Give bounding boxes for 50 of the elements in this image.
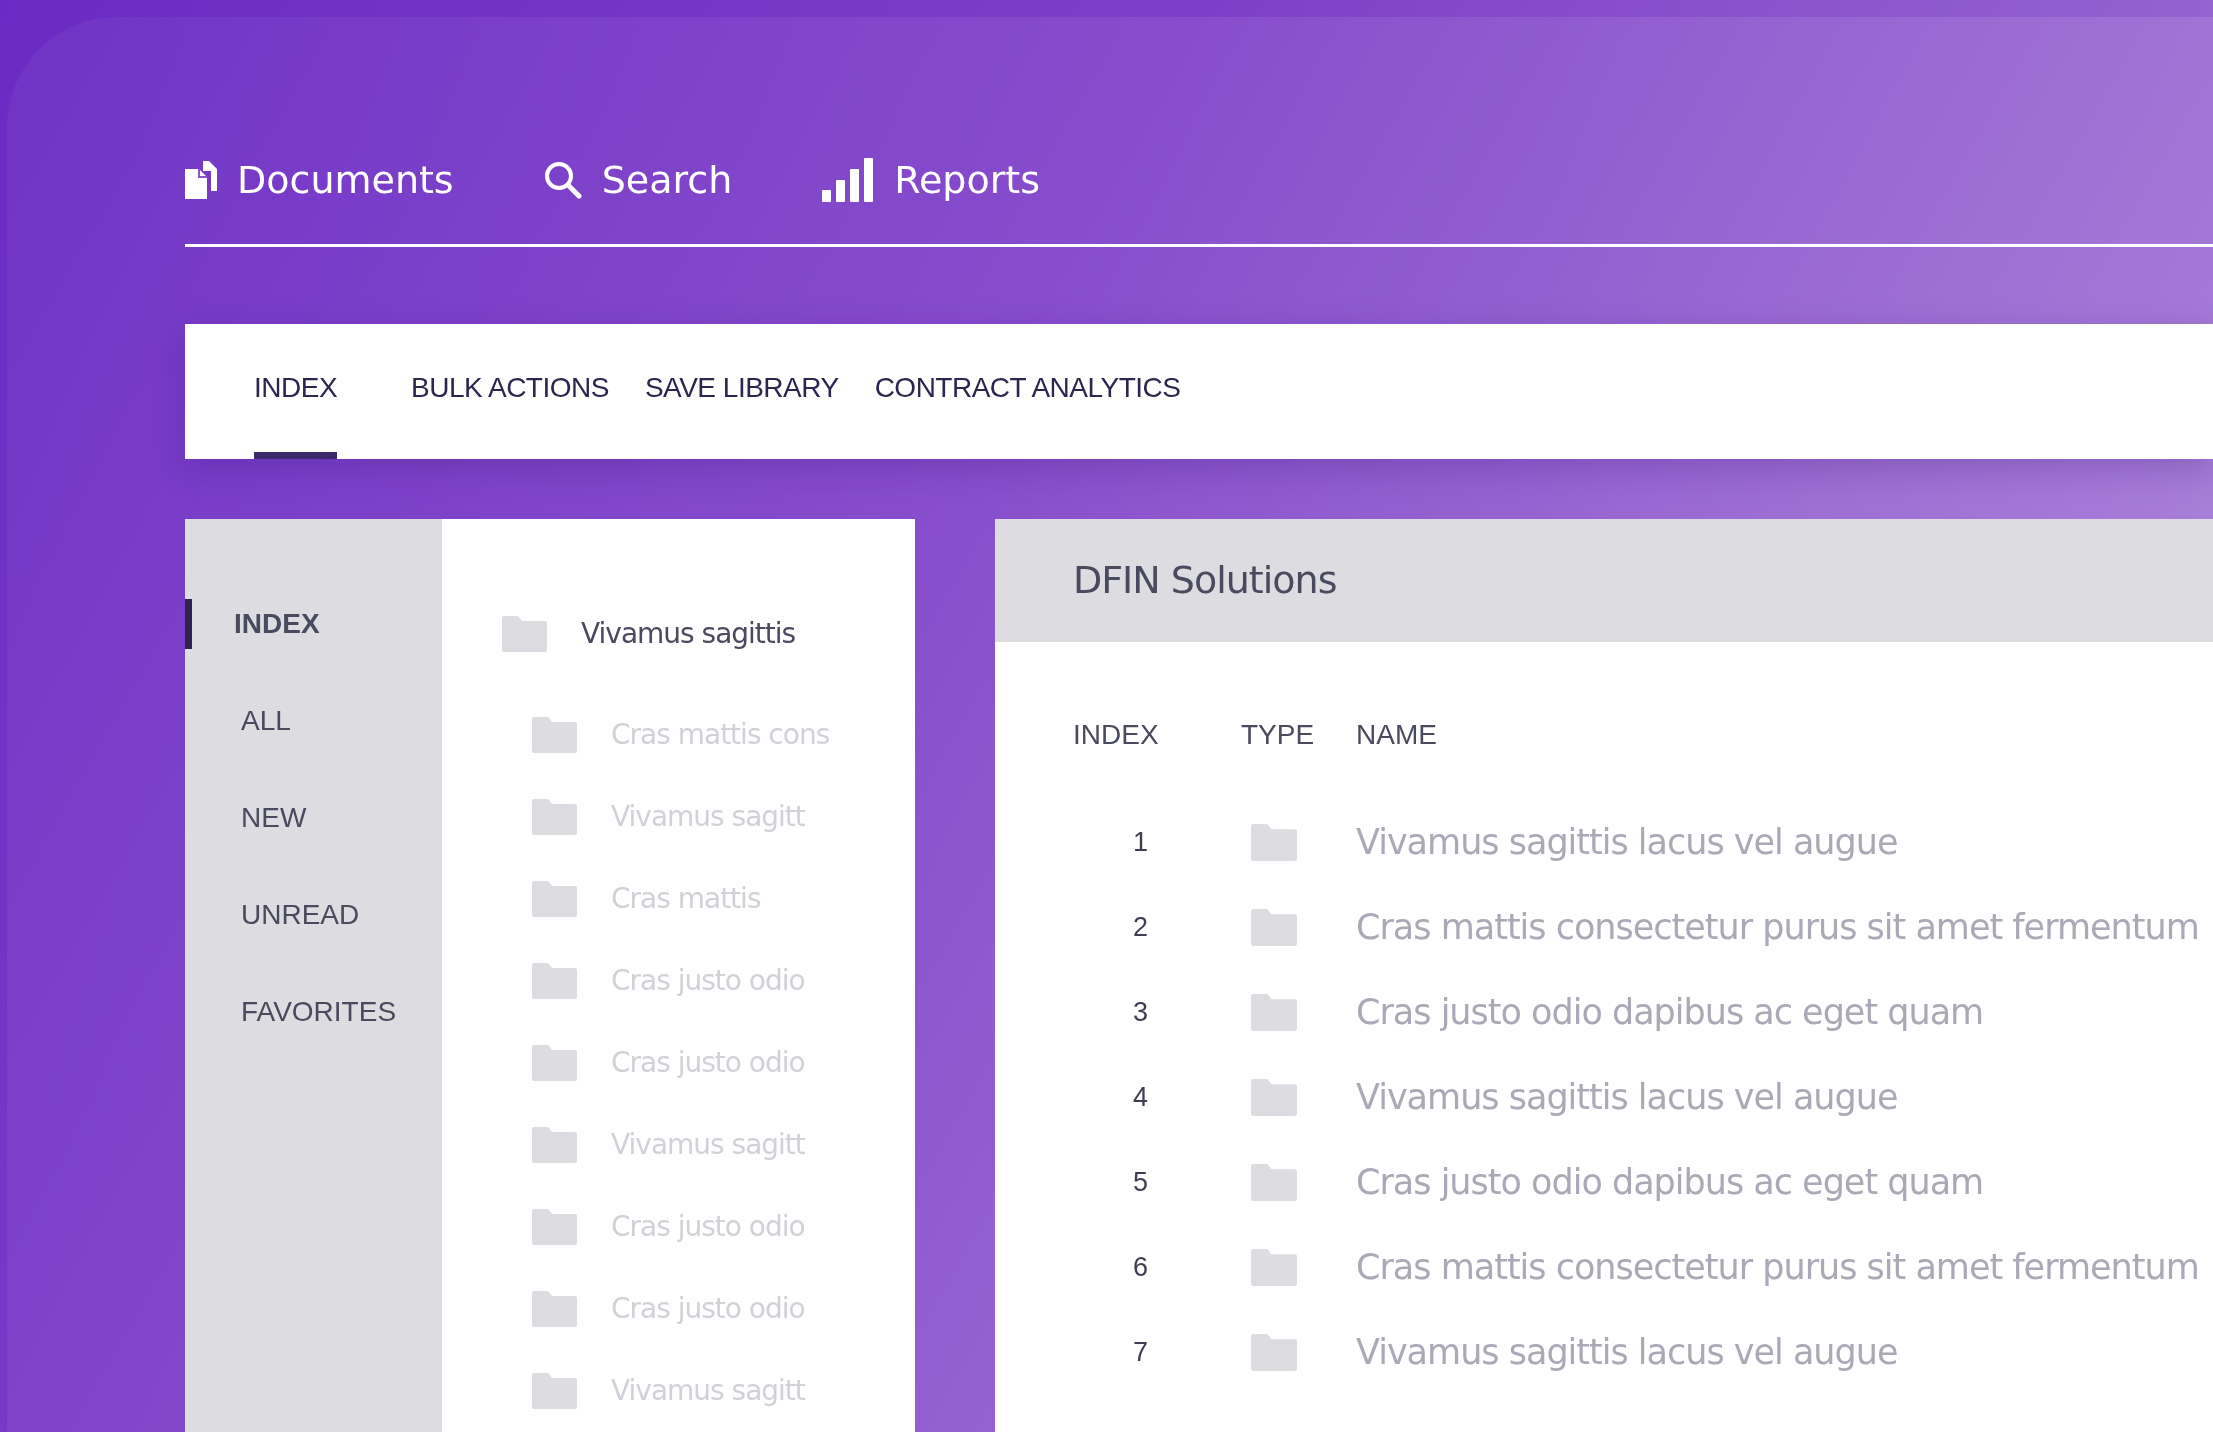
folder-icon	[532, 1045, 577, 1081]
search-icon	[543, 161, 582, 200]
row-index: 1	[1132, 826, 1150, 860]
tab[interactable]: BULK ACTIONS	[393, 323, 627, 459]
tab[interactable]: CONTRACT ANALYTICS	[856, 323, 1199, 459]
documents-icon	[185, 161, 217, 200]
column-header: INDEX	[1073, 718, 1160, 752]
sidebar-item[interactable]: ALL	[185, 672, 442, 769]
sidebar-item[interactable]: UNREAD	[185, 866, 442, 963]
file-name[interactable]: Cras justo odio dapibus ac eget quam	[1356, 986, 1984, 1039]
nav-link[interactable]: Reports	[822, 151, 1040, 209]
folder-icon	[1251, 994, 1297, 1031]
content-title: DFIN Solutions	[1073, 557, 1337, 604]
file-name[interactable]: Cras mattis consectetur purus sit amet fermentum	[1356, 1241, 2199, 1294]
folder-icon	[1251, 909, 1297, 946]
bar-chart-icon	[822, 158, 875, 203]
nav-link[interactable]: Documents	[185, 151, 454, 209]
folder-icon	[532, 1209, 577, 1245]
file-name[interactable]: Vivamus sagittis lacus vel augue	[1356, 1326, 1898, 1379]
folder-icon	[532, 881, 577, 917]
folder-icon	[532, 1127, 577, 1163]
file-name[interactable]: Vivamus sagittis lacus vel augue	[1356, 1071, 1898, 1124]
row-index: 7	[1132, 1336, 1150, 1370]
row-index: 5	[1132, 1166, 1150, 1200]
file-name[interactable]: Cras mattis consectetur purus sit amet fermentum	[1356, 901, 2199, 954]
file-name[interactable]: Vivamus sagittis lacus vel augue	[1356, 816, 1898, 869]
folder-icon	[1251, 1079, 1297, 1116]
sidebar-item[interactable]: FAVORITES	[185, 963, 442, 1060]
row-index: 4	[1132, 1081, 1150, 1115]
file-name[interactable]: Cras justo odio dapibus ac eget quam	[1356, 1156, 1984, 1209]
row-index: 3	[1132, 996, 1150, 1030]
folder-icon	[532, 1291, 577, 1327]
tree-item[interactable]: Vivamus sagittis	[581, 613, 796, 655]
folder-icon	[532, 1373, 577, 1409]
folder-icon	[532, 799, 577, 835]
sidebar-item[interactable]: NEW	[185, 769, 442, 866]
folder-icon	[532, 963, 577, 999]
tab[interactable]: SAVE LIBRARY	[626, 323, 857, 459]
folder-icon	[1251, 1334, 1297, 1371]
folder-icon	[532, 717, 577, 753]
column-header: NAME	[1356, 718, 1437, 752]
nav-link[interactable]: Search	[543, 151, 733, 209]
folder-icon	[1251, 1164, 1297, 1201]
column-header: TYPE	[1241, 718, 1316, 752]
row-index: 6	[1132, 1251, 1150, 1285]
row-index: 2	[1132, 911, 1150, 945]
tab[interactable]: INDEX	[254, 323, 338, 459]
folder-icon	[502, 616, 547, 652]
folder-icon	[1251, 824, 1297, 861]
folder-icon	[1251, 1249, 1297, 1286]
